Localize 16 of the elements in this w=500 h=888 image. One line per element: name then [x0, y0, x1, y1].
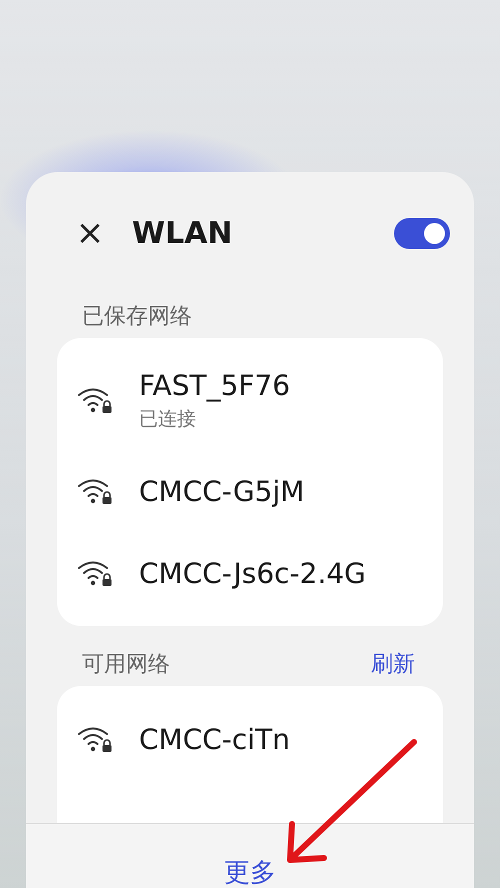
- wlan-toggle[interactable]: [394, 218, 450, 248]
- network-name: CMCC-Js6c-2.4G: [139, 556, 366, 590]
- network-status: 已连接: [139, 406, 197, 432]
- network-name: CMCC-G5jM: [139, 474, 304, 508]
- close-button[interactable]: ×: [74, 217, 106, 249]
- network-row[interactable]: CMCC-Js6c-2.4G: [57, 532, 443, 614]
- network-row[interactable]: FAST_5F76 已连接: [57, 350, 443, 450]
- panel-title: WLAN: [132, 216, 234, 250]
- section-label: 已保存网络: [82, 303, 192, 331]
- network-name: FAST_5F76: [139, 368, 290, 402]
- network-row[interactable]: CMCC-G5jM: [57, 450, 443, 532]
- network-row[interactable]: CMCC-ciTn: [57, 698, 443, 780]
- section-label: 可用网络: [82, 651, 170, 679]
- network-name: CMCC-ciTn: [139, 722, 290, 756]
- refresh-link[interactable]: 刷新: [371, 649, 415, 679]
- more-button[interactable]: 更多: [224, 858, 276, 888]
